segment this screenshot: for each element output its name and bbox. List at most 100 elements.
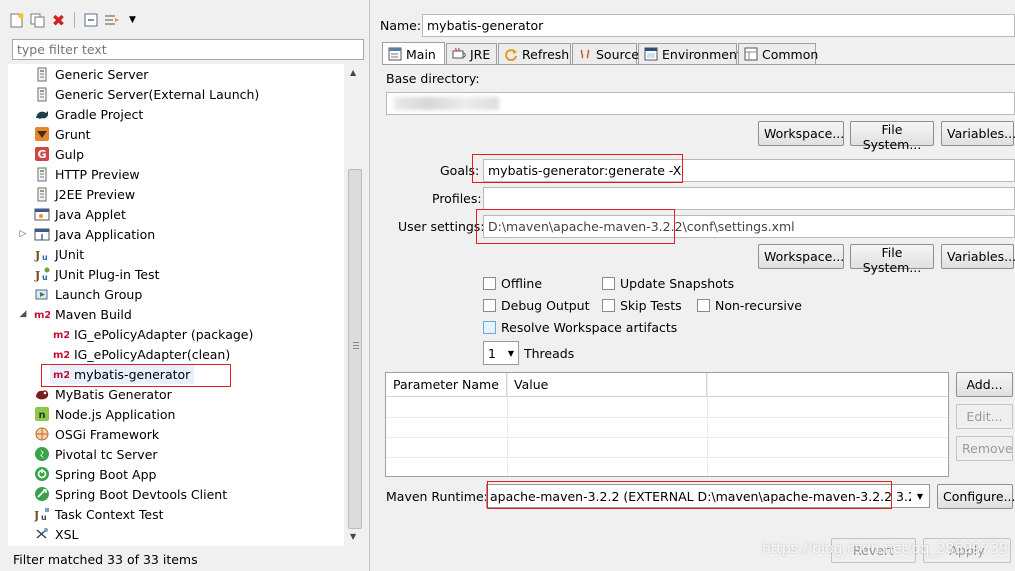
settings-filesystem-button[interactable]: File System... bbox=[850, 244, 934, 275]
source-icon bbox=[578, 47, 592, 61]
applet-icon bbox=[34, 206, 50, 222]
filter-status: Filter matched 33 of 33 items bbox=[13, 552, 198, 567]
debug-output-box[interactable] bbox=[483, 299, 496, 312]
tree-item-ig-epolicyadapter-package[interactable]: m2 IG_ePolicyAdapter (package) bbox=[53, 324, 253, 344]
update-snapshots-box[interactable] bbox=[602, 277, 615, 290]
tree-item-http-preview[interactable]: HTTP Preview bbox=[34, 164, 140, 184]
tree-item-launch-group[interactable]: Launch Group bbox=[34, 284, 142, 304]
offline-box[interactable] bbox=[483, 277, 496, 290]
non-recursive-checkbox[interactable]: Non-recursive bbox=[697, 298, 802, 313]
delete-icon[interactable]: ✖ bbox=[50, 11, 67, 30]
tree-item-label: Task Context Test bbox=[55, 506, 164, 522]
tree-item-label: Spring Boot App bbox=[55, 466, 157, 482]
tree-item-mybatis-generator[interactable]: MyBatis Generator bbox=[34, 384, 172, 404]
filter-icon[interactable] bbox=[103, 12, 120, 29]
configure-runtime-button[interactable]: Configure... bbox=[937, 484, 1015, 509]
tree-item-xsl[interactable]: XSL bbox=[34, 524, 78, 544]
tab-environment[interactable]: Environment bbox=[638, 43, 742, 64]
offline-checkbox[interactable]: Offline bbox=[483, 276, 542, 291]
parameter-table[interactable]: Parameter Name Value bbox=[385, 372, 949, 477]
scroll-up-arrow-icon[interactable]: ▲ bbox=[350, 68, 356, 77]
update-snapshots-label: Update Snapshots bbox=[620, 276, 735, 291]
profiles-input[interactable] bbox=[483, 187, 1015, 210]
maven-runtime-combo[interactable]: apache-maven-3.2.2 (EXTERNAL D:\maven\ap… bbox=[486, 484, 930, 508]
svg-text:J: J bbox=[34, 509, 39, 522]
tree-item-mybatis-generator[interactable]: m2 mybatis-generator bbox=[50, 364, 195, 384]
threads-combo[interactable]: 1 ▼ bbox=[483, 341, 519, 365]
scroll-down-arrow-icon[interactable]: ▼ bbox=[350, 532, 356, 541]
tree-item-ig-epolicyadapter-clean[interactable]: m2 IG_ePolicyAdapter(clean) bbox=[53, 344, 230, 364]
tree-item-java-applet[interactable]: Java Applet bbox=[34, 204, 126, 224]
tree-item-generic-server[interactable]: Generic Server bbox=[34, 64, 148, 84]
toolbar-separator bbox=[74, 12, 75, 28]
launch-config-type-panel: ✖ ▼ Generic Server Generic Server(Externa… bbox=[0, 0, 370, 571]
tree-item-label: Spring Boot Devtools Client bbox=[55, 486, 228, 502]
tree-item-label: JUnit bbox=[55, 246, 85, 262]
skip-tests-checkbox[interactable]: Skip Tests bbox=[602, 298, 682, 313]
tab-label: JRE bbox=[470, 46, 491, 62]
base-dir-filesystem-button[interactable]: File System... bbox=[850, 121, 934, 152]
collapse-all-icon[interactable] bbox=[82, 12, 99, 29]
scrollbar-thumb[interactable] bbox=[348, 169, 362, 529]
view-menu-chevron-down-icon[interactable]: ▼ bbox=[124, 12, 141, 29]
new-config-icon[interactable] bbox=[8, 12, 25, 29]
base-dir-variables-button[interactable]: Variables... bbox=[941, 121, 1015, 146]
tab-jre[interactable]: JRE bbox=[446, 43, 497, 64]
add-parameter-button[interactable]: Add... bbox=[956, 372, 1013, 397]
tree-item-pivotal-tc-server[interactable]: Pivotal tc Server bbox=[34, 444, 158, 464]
tree-scrollbar[interactable]: ▲ ▼ bbox=[346, 64, 364, 546]
refresh-icon bbox=[504, 47, 518, 61]
resolve-workspace-checkbox[interactable]: Resolve Workspace artifacts bbox=[483, 320, 677, 335]
tab-source[interactable]: Source bbox=[572, 43, 639, 64]
base-dir-workspace-button[interactable]: Workspace... bbox=[758, 121, 844, 146]
tree-item-gulp[interactable]: G Gulp bbox=[34, 144, 84, 164]
collapsed-twisty-icon[interactable]: ▷ bbox=[18, 229, 28, 239]
tree-item-spring-boot-app[interactable]: Spring Boot App bbox=[34, 464, 156, 484]
goals-input[interactable] bbox=[483, 159, 1015, 182]
col-header-value[interactable]: Value bbox=[507, 373, 707, 397]
tree-item-task-context-test[interactable]: Ju Task Context Test bbox=[34, 504, 164, 524]
non-recursive-box[interactable] bbox=[697, 299, 710, 312]
xsl-icon bbox=[34, 526, 50, 542]
maven-runtime-dropdown-icon[interactable]: ▼ bbox=[911, 492, 929, 501]
debug-output-checkbox[interactable]: Debug Output bbox=[483, 298, 590, 313]
threads-dropdown-icon[interactable]: ▼ bbox=[508, 349, 518, 358]
tree-item-label: Gradle Project bbox=[55, 106, 144, 122]
tree-item-osgi-framework[interactable]: OSGi Framework bbox=[34, 424, 159, 444]
tree-item-junit[interactable]: Ju JUnit bbox=[34, 244, 84, 264]
tree-item-junit-plug-in-test[interactable]: Ju JUnit Plug-in Test bbox=[34, 264, 159, 284]
tree-item-java-application[interactable]: ▷ J Java Application bbox=[20, 224, 156, 244]
update-snapshots-checkbox[interactable]: Update Snapshots bbox=[602, 276, 734, 291]
user-settings-input[interactable] bbox=[483, 215, 1015, 238]
server-icon bbox=[34, 186, 50, 202]
tree-item-grunt[interactable]: Grunt bbox=[34, 124, 91, 144]
maven-icon: m2 bbox=[53, 366, 69, 382]
filter-input[interactable] bbox=[12, 39, 364, 60]
debug-output-label: Debug Output bbox=[501, 298, 590, 313]
offline-label: Offline bbox=[501, 276, 543, 291]
tree-item-generic-server-external-launch[interactable]: Generic Server(External Launch) bbox=[34, 84, 259, 104]
tree-item-gradle-project[interactable]: Gradle Project bbox=[34, 104, 143, 124]
resolve-workspace-box[interactable] bbox=[483, 321, 496, 334]
settings-variables-button[interactable]: Variables... bbox=[941, 244, 1015, 269]
expanded-twisty-icon[interactable]: ◢ bbox=[18, 309, 28, 319]
left-toolbar: ✖ ▼ bbox=[8, 9, 141, 31]
col-header-filler bbox=[707, 373, 948, 397]
tree-item-maven-build[interactable]: ◢ m2 Maven Build bbox=[20, 304, 132, 324]
launch-config-editor: Name: Main JRE Refresh Source Environment Com… bbox=[374, 10, 1015, 571]
tab-refresh[interactable]: Refresh bbox=[498, 43, 571, 64]
name-input[interactable] bbox=[422, 14, 1015, 37]
tree-item-label: Gulp bbox=[55, 146, 85, 162]
tree-item-node-js-application[interactable]: n Node.js Application bbox=[34, 404, 175, 424]
watermark: https://blog.csdn.net/qq_28599739 bbox=[762, 541, 1008, 557]
tab-main[interactable]: Main bbox=[382, 42, 445, 65]
tree-item-j2ee-preview[interactable]: J2EE Preview bbox=[34, 184, 135, 204]
tab-common[interactable]: Common bbox=[738, 43, 818, 64]
skip-tests-box[interactable] bbox=[602, 299, 615, 312]
edit-parameter-button[interactable]: Edit... bbox=[956, 404, 1013, 429]
duplicate-icon[interactable] bbox=[29, 12, 46, 29]
settings-workspace-button[interactable]: Workspace... bbox=[758, 244, 844, 269]
col-header-parameter-name[interactable]: Parameter Name bbox=[386, 373, 507, 397]
tree-item-spring-boot-devtools-client[interactable]: Spring Boot Devtools Client bbox=[34, 484, 227, 504]
remove-parameter-button[interactable]: Remove bbox=[956, 436, 1013, 461]
